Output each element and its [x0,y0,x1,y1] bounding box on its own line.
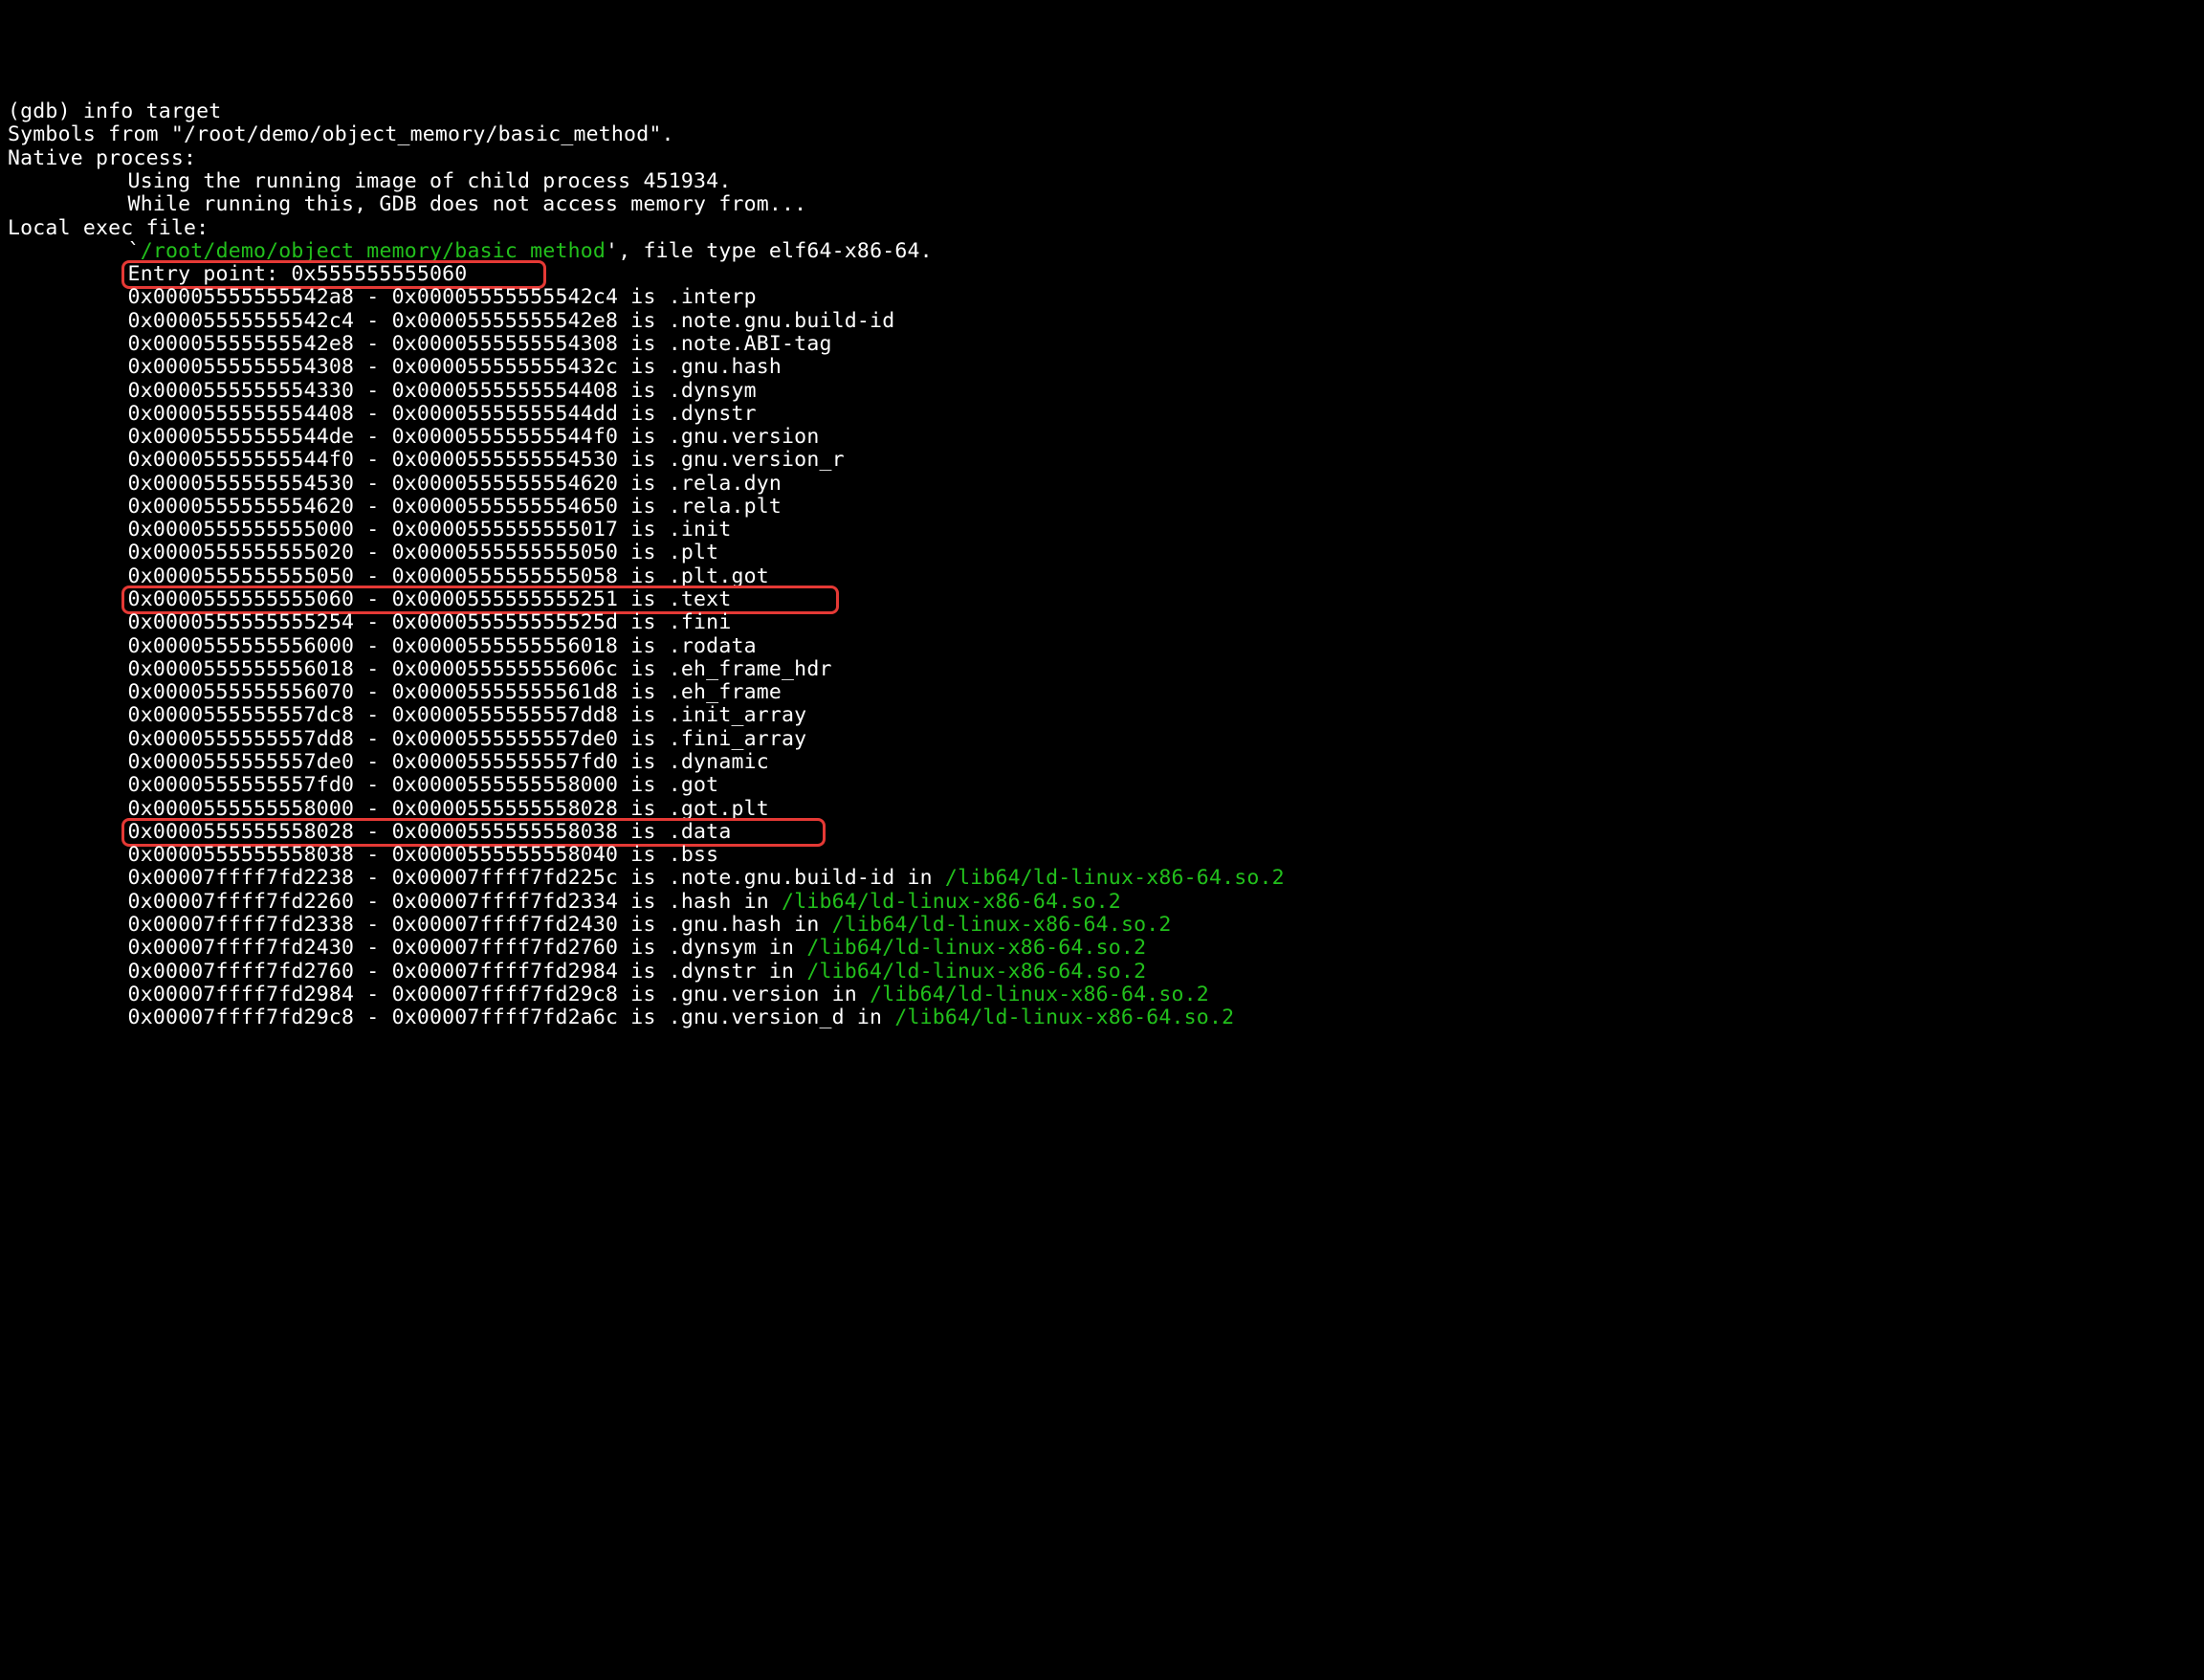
section-line: 0x0000555555558028 - 0x0000555555558038 … [8,821,2196,844]
gdb-command: (gdb) info target [8,99,221,123]
entry-point-text: Entry point: 0x555555555060 [128,262,468,286]
native-process-line: While running this, GDB does not access … [8,193,2196,216]
section-line: 0x0000555555556000 - 0x0000555555556018 … [8,635,2196,658]
section-line: 0x0000555555556018 - 0x000055555555606c … [8,658,2196,681]
section-line: 0x0000555555555000 - 0x0000555555555017 … [8,519,2196,542]
section-line: 0x0000555555557dc8 - 0x0000555555557dd8 … [8,704,2196,727]
terminal-output: (gdb) info targetSymbols from "/root/dem… [8,100,2196,1029]
lib-path: /lib64/ld-linux-x86-64.so.2 [782,890,1121,914]
section-line: 0x0000555555555060 - 0x0000555555555251 … [8,588,2196,611]
lib-path: /lib64/ld-linux-x86-64.so.2 [894,1006,1234,1029]
section-line: 0x00005555555542c4 - 0x00005555555542e8 … [8,310,2196,333]
native-process-line: Using the running image of child process… [8,170,2196,193]
entry-point-line: Entry point: 0x555555555060 [8,263,2196,286]
gdb-prompt-line: (gdb) info target [8,100,2196,123]
section-line: 0x00005555555544f0 - 0x0000555555554530 … [8,449,2196,472]
section-line-lib: 0x00007ffff7fd2760 - 0x00007ffff7fd2984 … [8,961,2196,984]
symbols-line: Symbols from "/root/demo/object_memory/b… [8,123,2196,146]
lib-path: /lib64/ld-linux-x86-64.so.2 [870,983,1209,1006]
section-line: 0x00005555555542e8 - 0x0000555555554308 … [8,333,2196,356]
section-line: 0x0000555555557dd8 - 0x0000555555557de0 … [8,728,2196,751]
section-line: 0x0000555555554308 - 0x000055555555432c … [8,356,2196,379]
section-line-lib: 0x00007ffff7fd2260 - 0x00007ffff7fd2334 … [8,891,2196,914]
section-line: 0x00005555555542a8 - 0x00005555555542c4 … [8,286,2196,309]
section-line-lib: 0x00007ffff7fd2984 - 0x00007ffff7fd29c8 … [8,984,2196,1006]
lib-path: /lib64/ld-linux-x86-64.so.2 [945,866,1285,890]
section-line: 0x0000555555557de0 - 0x0000555555557fd0 … [8,751,2196,774]
lib-path: /lib64/ld-linux-x86-64.so.2 [806,960,1146,984]
local-exec-header: Local exec file: [8,217,2196,240]
section-line: 0x0000555555557fd0 - 0x0000555555558000 … [8,774,2196,797]
section-line: 0x0000555555556070 - 0x00005555555561d8 … [8,681,2196,704]
exec-file-path: /root/demo/object_memory/basic_method [141,239,606,263]
lib-path: /lib64/ld-linux-x86-64.so.2 [832,913,1172,937]
section-line: 0x0000555555555254 - 0x000055555555525d … [8,611,2196,634]
section-line-lib: 0x00007ffff7fd2430 - 0x00007ffff7fd2760 … [8,937,2196,960]
section-line: 0x0000555555554408 - 0x00005555555544dd … [8,403,2196,426]
section-line: 0x0000555555554530 - 0x0000555555554620 … [8,473,2196,496]
native-process-header: Native process: [8,147,2196,170]
section-line: 0x00005555555544de - 0x00005555555544f0 … [8,426,2196,449]
symbols-text: Symbols from "/root/demo/object_memory/b… [8,122,674,146]
section-line-lib: 0x00007ffff7fd2238 - 0x00007ffff7fd225c … [8,867,2196,890]
section-line-lib: 0x00007ffff7fd2338 - 0x00007ffff7fd2430 … [8,914,2196,937]
section-line: 0x0000555555554330 - 0x0000555555554408 … [8,380,2196,403]
section-line-lib: 0x00007ffff7fd29c8 - 0x00007ffff7fd2a6c … [8,1006,2196,1029]
lib-path: /lib64/ld-linux-x86-64.so.2 [806,936,1146,960]
section-line: 0x0000555555558038 - 0x0000555555558040 … [8,844,2196,867]
section-line: 0x0000555555554620 - 0x0000555555554650 … [8,496,2196,519]
section-line: 0x0000555555555020 - 0x0000555555555050 … [8,542,2196,564]
